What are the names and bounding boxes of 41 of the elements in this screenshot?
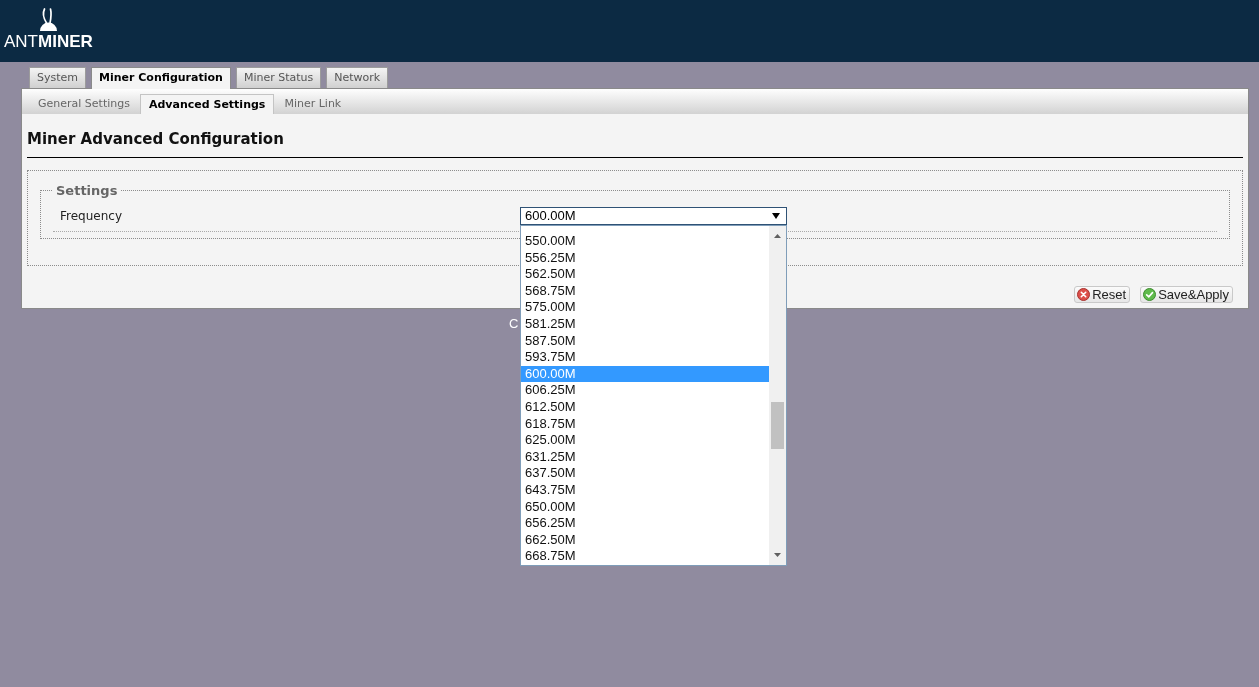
tab[interactable]: Network: [326, 67, 389, 88]
dropdown-option[interactable]: 662.50M: [521, 531, 769, 549]
logo-text: ANTMINER: [4, 32, 93, 51]
check-circle-icon: [1143, 288, 1157, 301]
dropdown-option[interactable]: 631.25M: [521, 448, 769, 466]
x-circle-icon: [1077, 288, 1091, 301]
page-title: Miner Advanced Configuration: [27, 129, 284, 149]
dropdown-option[interactable]: 587.50M: [521, 332, 769, 350]
subtab[interactable]: Miner Link: [276, 94, 350, 114]
reset-button[interactable]: Reset: [1074, 286, 1131, 303]
tab[interactable]: Miner Status: [235, 67, 322, 88]
subtab[interactable]: General Settings: [30, 94, 138, 114]
dropdown-option[interactable]: 575.00M: [521, 299, 769, 316]
scroll-down-icon[interactable]: [774, 552, 781, 557]
dropdown-option[interactable]: 581.25M: [521, 315, 769, 333]
dropdown-option[interactable]: 650.00M: [521, 498, 769, 516]
dropdown-option[interactable]: 643.75M: [521, 481, 769, 499]
field-label: Frequency: [60, 208, 123, 224]
save-apply-button[interactable]: Save&Apply: [1140, 286, 1233, 303]
subtab[interactable]: Advanced Settings: [139, 94, 275, 114]
dropdown-option[interactable]: 568.75M: [521, 282, 769, 300]
tab[interactable]: Miner Configuration: [91, 67, 231, 89]
scrollbar-thumb[interactable]: [771, 402, 784, 449]
footer-text: C: [509, 316, 519, 331]
dropdown-option[interactable]: 668.75M: [521, 548, 769, 565]
scroll-up-icon[interactable]: [774, 234, 781, 238]
group-legend: Settings: [53, 183, 121, 198]
tab[interactable]: System: [29, 67, 87, 88]
dropdown-option[interactable]: 637.50M: [521, 465, 769, 482]
dropdown-option[interactable]: 550.00M: [521, 233, 769, 250]
dropdown-option[interactable]: 562.50M: [521, 266, 769, 283]
caret-icon: [772, 213, 780, 219]
dropdown-option[interactable]: 556.25M: [521, 249, 769, 267]
dropdown-option[interactable]: 593.75M: [521, 349, 769, 366]
dropdown-option[interactable]: 618.75M: [521, 415, 769, 433]
logo-icon: [37, 7, 60, 31]
dropdown-option[interactable]: 625.00M: [521, 432, 769, 449]
dropdown-option[interactable]: 612.50M: [521, 398, 769, 416]
select-field[interactable]: 600.00M: [520, 207, 787, 225]
dropdown-option[interactable]: 656.25M: [521, 515, 769, 532]
dropdown-option[interactable]: 606.25M: [521, 382, 769, 399]
